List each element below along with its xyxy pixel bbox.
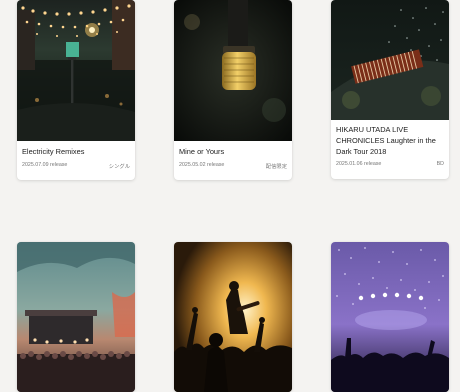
release-artwork[interactable] bbox=[331, 0, 449, 120]
release-meta: 2025.01.06 release BD bbox=[336, 161, 444, 167]
release-title[interactable]: HIKARU UTADA LIVE CHRONICLES Laughter in… bbox=[336, 124, 444, 157]
release-title[interactable]: Mine or Yours bbox=[179, 146, 287, 157]
release-artwork[interactable] bbox=[174, 0, 292, 141]
release-card[interactable] bbox=[17, 242, 135, 392]
release-card[interactable]: Electricity Remixes 2025.07.09 release シ… bbox=[17, 0, 135, 180]
release-format: 配信限定 bbox=[265, 164, 287, 170]
release-format: シングル bbox=[108, 164, 130, 170]
release-card[interactable] bbox=[174, 242, 292, 392]
release-format: BD bbox=[436, 161, 444, 167]
release-artwork[interactable] bbox=[174, 242, 292, 392]
release-artwork[interactable] bbox=[17, 0, 135, 141]
release-title[interactable]: Electricity Remixes bbox=[22, 146, 130, 157]
release-card[interactable] bbox=[331, 242, 449, 392]
release-artwork[interactable] bbox=[331, 242, 449, 392]
release-artwork[interactable] bbox=[17, 242, 135, 392]
release-meta: 2025.07.09 release シングル bbox=[22, 162, 130, 170]
release-date: 2025.05.02 release bbox=[179, 162, 225, 168]
release-meta: 2025.05.02 release 配信限定 bbox=[179, 162, 287, 170]
release-date: 2025.07.09 release bbox=[22, 162, 68, 168]
release-card[interactable]: HIKARU UTADA LIVE CHRONICLES Laughter in… bbox=[331, 0, 449, 179]
release-card[interactable]: Mine or Yours 2025.05.02 release 配信限定 bbox=[174, 0, 292, 180]
release-date: 2025.01.06 release bbox=[336, 161, 382, 167]
